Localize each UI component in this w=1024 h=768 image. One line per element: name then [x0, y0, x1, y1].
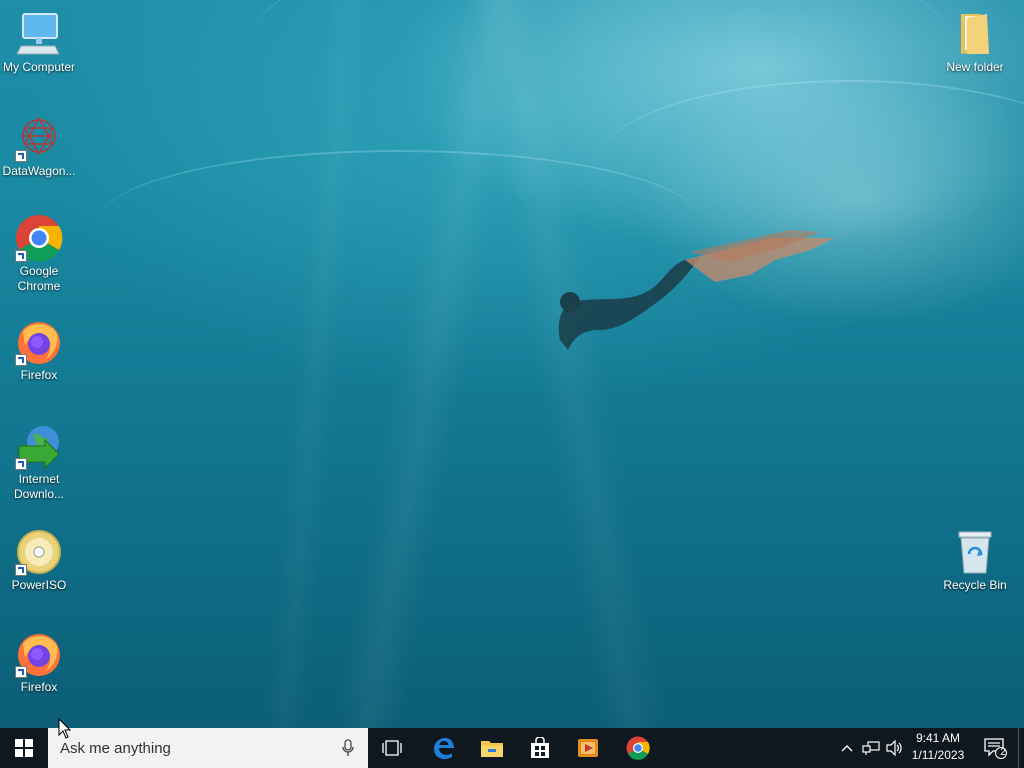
network-icon [862, 741, 880, 755]
desktop-icon-label: Internet Downlo... [13, 472, 65, 501]
firefox-icon [15, 318, 63, 366]
shortcut-arrow-icon [15, 354, 27, 366]
clock-time: 9:41 AM [915, 731, 961, 745]
datawagon-icon [15, 114, 63, 162]
datawagon-desktop-icon[interactable]: DataWagon... [0, 114, 78, 179]
poweriso-desktop-icon[interactable]: PowerISO [0, 528, 78, 593]
clock[interactable]: 9:41 AM 1/11/2023 [906, 730, 970, 764]
google-chrome-desktop-icon[interactable]: Google Chrome [0, 214, 78, 294]
desktop-icon-label: DataWagon... [2, 164, 76, 178]
shortcut-arrow-icon [15, 150, 27, 162]
swimmer-silhouette [558, 230, 835, 350]
recycle-bin-desktop-icon[interactable]: Recycle Bin [936, 528, 1014, 593]
action-center-button[interactable]: 2 [978, 728, 1012, 768]
firefox-desktop-icon[interactable]: Firefox [0, 318, 78, 383]
mouse-cursor-icon [58, 718, 72, 739]
chevron-up-icon [841, 745, 853, 752]
computer-icon [15, 10, 63, 58]
desktop-icon-label: Recycle Bin [943, 578, 1007, 592]
taskbar: Ask me anything 9:41 AM 1/11/2023 2 [0, 728, 1024, 768]
desktop-icon-label: Firefox [20, 368, 58, 382]
speaker-icon [886, 740, 902, 756]
search-placeholder: Ask me anything [60, 739, 171, 757]
store-taskbar-button[interactable] [516, 728, 564, 768]
file-explorer-taskbar-button[interactable] [468, 728, 516, 768]
shortcut-arrow-icon [15, 666, 27, 678]
task-view-icon [382, 740, 402, 756]
folder-icon [951, 10, 999, 58]
file-explorer-icon [481, 741, 503, 757]
idm-globe-icon [15, 422, 63, 470]
chrome-icon [626, 736, 650, 760]
show-desktop-button[interactable] [1018, 728, 1024, 768]
media-player-taskbar-button[interactable] [564, 728, 612, 768]
edge-taskbar-button[interactable] [418, 728, 468, 768]
shortcut-arrow-icon [15, 458, 27, 470]
shortcut-arrow-icon [15, 564, 27, 576]
desktop-icon-label: PowerISO [11, 578, 67, 592]
disc-icon [15, 528, 63, 576]
chrome-taskbar-button[interactable] [614, 728, 662, 768]
desktop-icon-label: New folder [946, 60, 1004, 74]
shortcut-arrow-icon [15, 250, 27, 262]
desktop-wallpaper: My Computer DataWagon... Google Chrome F… [0, 0, 1024, 728]
show-hidden-icons-button[interactable] [836, 728, 858, 768]
internet-download-manager-desktop-icon[interactable]: Internet Downlo... [0, 422, 78, 502]
chrome-icon [15, 214, 63, 262]
desktop-icon-label: Firefox [20, 680, 58, 694]
my-computer-desktop-icon[interactable]: My Computer [0, 10, 78, 75]
network-tray-button[interactable] [860, 728, 882, 768]
task-view-button[interactable] [368, 728, 416, 768]
start-button[interactable] [0, 728, 48, 768]
clock-date: 1/11/2023 [911, 748, 965, 762]
firefox-icon [15, 630, 63, 678]
media-player-icon [578, 739, 598, 757]
notification-count-badge: 2 [1000, 747, 1006, 758]
desktop-icon-label: Google Chrome [17, 264, 61, 293]
volume-tray-button[interactable] [884, 728, 906, 768]
search-box[interactable]: Ask me anything [48, 728, 368, 768]
firefox-desktop-icon[interactable]: Firefox [0, 630, 78, 695]
store-icon [531, 737, 549, 758]
microphone-icon[interactable] [342, 739, 354, 757]
windows-logo-icon [15, 739, 33, 757]
edge-icon [434, 738, 454, 759]
desktop-icon-label: My Computer [2, 60, 76, 74]
new-folder-desktop-icon[interactable]: New folder [936, 10, 1014, 75]
recycle-bin-icon [951, 528, 999, 576]
